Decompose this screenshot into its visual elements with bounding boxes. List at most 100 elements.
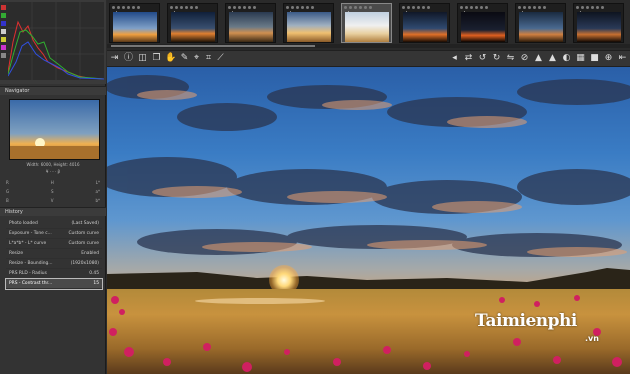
thumb-image: [403, 12, 447, 42]
hand-icon[interactable]: ✋: [165, 53, 176, 64]
red-channel-toggle[interactable]: [1, 5, 6, 10]
history-item-name: PRS - Contrast thr...: [9, 281, 53, 286]
rating-stars[interactable]: [518, 5, 563, 10]
readout-row: R H L*: [6, 178, 100, 187]
navigator-preview[interactable]: [9, 99, 100, 160]
history-item-value: (1920x1080): [70, 261, 99, 266]
thumb-image: [345, 12, 389, 42]
before-after-icon[interactable]: ◫: [137, 53, 148, 64]
history-header[interactable]: History: [0, 207, 106, 216]
chroma-toggle[interactable]: [1, 37, 6, 42]
rating-stars[interactable]: [460, 5, 505, 10]
film-thumb[interactable]: ✓: [283, 3, 334, 43]
navigator-sub: ¥ · - · β: [45, 169, 61, 174]
history-item-name: Photo loaded: [9, 221, 38, 226]
wb-picker-icon[interactable]: ⌖: [191, 53, 202, 64]
rating-stars[interactable]: [402, 5, 447, 10]
left-panel: Navigator Width: 6000, Height: 4016 ¥ · …: [0, 0, 106, 374]
rating-stars[interactable]: [286, 5, 331, 10]
scrollbar-thumb[interactable]: [111, 45, 315, 47]
film-thumb[interactable]: ✓: [109, 3, 160, 43]
color-readout: R H L* G Sa* B Vb*: [6, 178, 100, 205]
rating-stars[interactable]: [576, 5, 621, 10]
circle-icon[interactable]: ◐: [561, 53, 572, 64]
navigator-image: [10, 100, 99, 159]
picker-icon[interactable]: ✎: [179, 53, 190, 64]
history-item-name: Exposure - Tone c...: [9, 231, 52, 236]
zoom-icon[interactable]: ⊕: [603, 53, 614, 64]
green-channel-toggle[interactable]: [1, 13, 6, 18]
rating-stars[interactable]: [112, 5, 157, 10]
history-list: Photo loaded (Last Saved) Exposure - Tone…: [5, 219, 103, 290]
readout-b: B: [6, 198, 9, 203]
film-thumb[interactable]: ✓: [399, 3, 450, 43]
thumb-image: [287, 12, 331, 42]
info-icon[interactable]: ⓘ: [123, 53, 134, 64]
crop-icon[interactable]: ⌗: [203, 53, 214, 64]
triangle-icon[interactable]: ▲: [533, 53, 544, 64]
flip-icon[interactable]: ⇋: [505, 53, 516, 64]
watermark-text: Taimienphi: [475, 311, 577, 331]
history-item-name: PRS RLD - Radius: [9, 271, 47, 276]
clouds: [107, 75, 630, 257]
history-item[interactable]: Exposure - Tone c... Custom curve: [6, 229, 102, 239]
main-preview[interactable]: Taimienphi .vn: [107, 67, 630, 374]
readout-h: H: [50, 180, 54, 185]
history-item-name: Resize: [9, 251, 24, 256]
history-item[interactable]: Resize Enabled: [6, 249, 102, 259]
history-item-selected[interactable]: PRS - Contrast thr... 15: [5, 278, 103, 290]
bar-toggle[interactable]: [1, 53, 6, 58]
rating-stars[interactable]: [344, 5, 389, 10]
readout-bstar: b*: [95, 198, 100, 203]
history-item[interactable]: PRS RLD - Radius 0.45: [6, 269, 102, 279]
rotate-ccw-icon[interactable]: ↺: [477, 53, 488, 64]
film-thumb-selected[interactable]: ✓: [341, 3, 392, 43]
histogram-toggles: [0, 2, 8, 80]
sync-icon[interactable]: ⇄: [463, 53, 474, 64]
history-item-value: 15: [93, 281, 99, 286]
straighten-icon[interactable]: ⟋: [215, 53, 226, 64]
history-item-value: Custom curve: [68, 231, 99, 236]
blue-channel-toggle[interactable]: [1, 21, 6, 26]
editor-toolbar: ⇥ ⓘ ◫ ❐ ✋ ✎ ⌖ ⌗ ⟋ ◂ ⇄ ↺ ↻ ⇋ ⊘ ▲ ▲ ◐ ▦ ■ …: [107, 50, 630, 67]
next-icon[interactable]: ⇤: [617, 53, 628, 64]
readout-row: B Vb*: [6, 196, 100, 205]
history-item-value: (Last Saved): [71, 221, 99, 226]
film-thumb[interactable]: ✓: [515, 3, 566, 43]
expand-icon[interactable]: ⇥: [109, 53, 120, 64]
grid-icon[interactable]: ▦: [575, 53, 586, 64]
watermark: Taimienphi .vn: [475, 307, 625, 357]
copy-icon[interactable]: ❐: [151, 53, 162, 64]
square-icon[interactable]: ■: [589, 53, 600, 64]
raw-toggle[interactable]: [1, 45, 6, 50]
readout-r: R: [6, 180, 9, 185]
rawtherapee-window: Navigator Width: 6000, Height: 4016 ¥ · …: [0, 0, 630, 374]
histogram-plot: [8, 2, 104, 80]
filmstrip: ✓ ✓ ✓ ✓ ✓ ✓ ✓: [107, 0, 630, 50]
filmstrip-scrollbar[interactable]: [107, 44, 630, 48]
history-item[interactable]: L*a*b* - L* curve Custom curve: [6, 239, 102, 249]
film-thumb[interactable]: ✓: [573, 3, 624, 43]
ban-icon[interactable]: ⊘: [519, 53, 530, 64]
rating-stars[interactable]: [170, 5, 215, 10]
film-thumb[interactable]: ✓: [225, 3, 276, 43]
histogram-panel: [0, 0, 106, 84]
luma-toggle[interactable]: [1, 29, 6, 34]
prev-icon[interactable]: ◂: [449, 53, 460, 64]
rating-stars[interactable]: [228, 5, 273, 10]
history-item[interactable]: Photo loaded (Last Saved): [6, 219, 102, 229]
film-thumb[interactable]: ✓: [167, 3, 218, 43]
navigator-header[interactable]: Navigator: [0, 86, 106, 95]
rotate-cw-icon[interactable]: ↻: [491, 53, 502, 64]
triangle-icon[interactable]: ▲: [547, 53, 558, 64]
thumb-image: [519, 12, 563, 42]
thumb-image: [461, 12, 505, 42]
film-thumb[interactable]: ✓: [457, 3, 508, 43]
history-item-name: L*a*b* - L* curve: [9, 241, 47, 246]
history-item-value: 0.45: [89, 271, 99, 276]
thumb-image: [113, 12, 157, 42]
readout-l: L*: [95, 180, 100, 185]
readout-s: S: [51, 189, 54, 194]
thumb-image: [171, 12, 215, 42]
history-item[interactable]: Resize - Bounding... (1920x1080): [6, 259, 102, 269]
